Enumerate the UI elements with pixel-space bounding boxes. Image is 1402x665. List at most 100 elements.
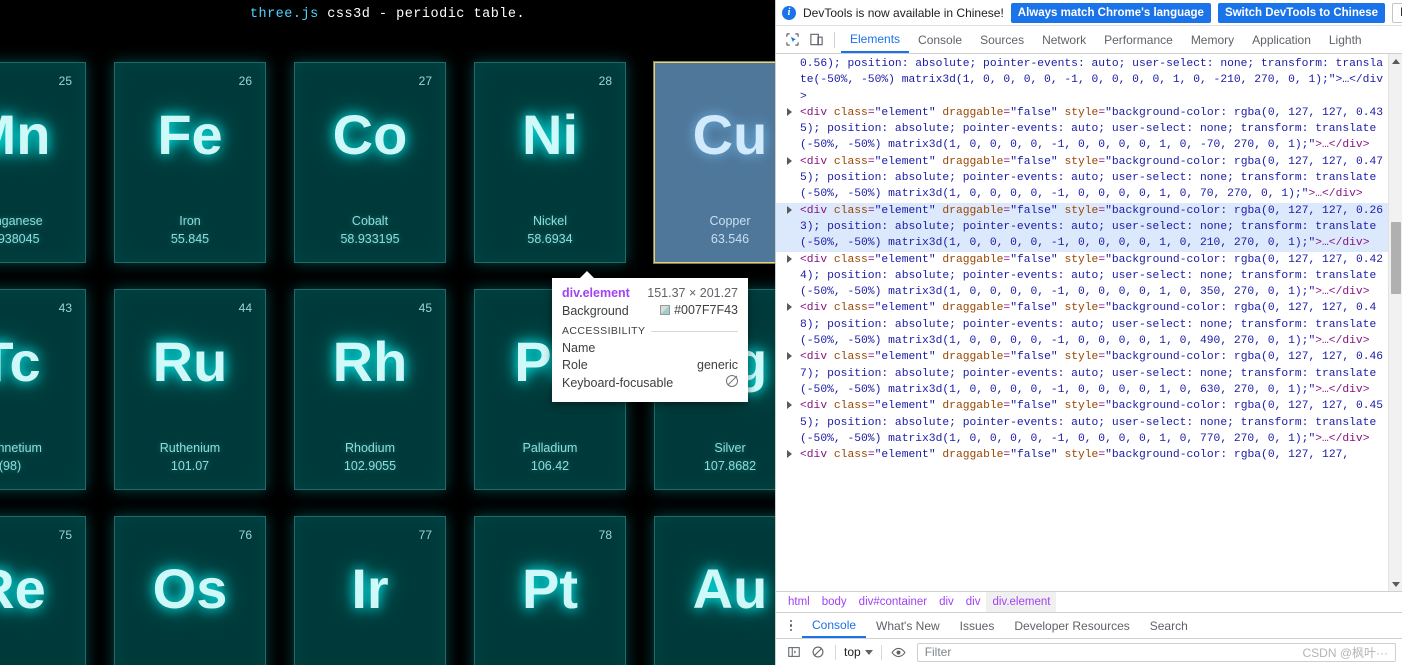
device-toolbar-icon[interactable] — [804, 28, 828, 52]
element-card-pt[interactable]: 78 Pt Platinum195.084 — [474, 516, 626, 665]
element-details: Iron 55.845 — [115, 212, 265, 248]
element-name: Silver — [714, 440, 746, 455]
element-card-co[interactable]: 27 Co Cobalt 58.933195 — [294, 62, 446, 263]
tab-application[interactable]: Application — [1243, 26, 1320, 53]
clear-console-icon[interactable] — [806, 641, 830, 663]
element-symbol: Mn — [0, 103, 51, 166]
drawer-tab-issues[interactable]: Issues — [950, 613, 1005, 638]
tab-sources[interactable]: Sources — [971, 26, 1033, 53]
dom-tag-open: <div — [800, 449, 834, 462]
elements-dom-tree[interactable]: 0.56); position: absolute; pointer-event… — [776, 54, 1402, 591]
breadcrumb-item-html[interactable]: html — [782, 592, 816, 612]
scrollbar-thumb[interactable] — [1391, 222, 1401, 294]
element-card-fe[interactable]: 26 Fe Iron 55.845 — [114, 62, 266, 263]
dom-tag-open: <div — [800, 400, 834, 413]
element-card-ir[interactable]: 77 Ir Iridium192.217 — [294, 516, 446, 665]
breadcrumb-item-div-element[interactable]: div.element — [986, 592, 1057, 612]
element-card-re[interactable]: 75 Re Rhenium186.207 — [0, 516, 86, 665]
console-filter-input[interactable]: Filter CSDN @枫叶··· — [916, 642, 1396, 662]
dom-attr-name: class — [833, 155, 868, 168]
element-details: Rhodium 102.9055 — [295, 439, 445, 475]
expand-triangle-icon[interactable] — [787, 205, 792, 214]
dom-attr-name: style — [1064, 302, 1099, 315]
scroll-down-arrow-icon[interactable] — [1389, 577, 1402, 591]
drawer-tab-search[interactable]: Search — [1140, 613, 1198, 638]
dom-tag-open: <div — [800, 106, 834, 119]
atomic-number: 45 — [418, 301, 432, 315]
tooltip-background-row: Background #007F7F43 — [562, 303, 738, 318]
element-name: Cobalt — [351, 213, 389, 228]
dom-node[interactable]: <div class="element" draggable="false" s… — [776, 398, 1402, 447]
element-card-tc[interactable]: 43 Tc Technetium (98) — [0, 289, 86, 490]
filter-placeholder: Filter — [924, 645, 952, 659]
more-options-icon[interactable] — [780, 615, 802, 637]
tooltip-role-label: Role — [562, 358, 588, 372]
element-symbol: Au — [692, 557, 768, 620]
dom-node-continuation[interactable]: 0.56); position: absolute; pointer-event… — [776, 56, 1402, 105]
console-toolbar: top Filter CSDN @枫叶··· — [776, 638, 1402, 665]
dom-node[interactable]: <div class="element" draggable="false" s… — [776, 252, 1402, 301]
breadcrumb-item-div-2[interactable]: div — [960, 592, 987, 612]
dom-tag-tail: >…</div> — [1315, 286, 1370, 299]
expand-triangle-icon[interactable] — [787, 352, 792, 361]
drawer-tab-developer-resources[interactable]: Developer Resources — [1004, 613, 1139, 638]
dom-node[interactable]: <div class="element" draggable="false" s… — [776, 349, 1402, 398]
expand-triangle-icon[interactable] — [787, 401, 792, 410]
console-context-selector[interactable]: top — [841, 645, 876, 659]
element-mass: 63.546 — [710, 231, 750, 246]
tab-network[interactable]: Network — [1033, 26, 1095, 53]
console-context-label: top — [844, 645, 861, 659]
element-card-au[interactable]: 79 Au Gold196.966569 — [654, 516, 775, 665]
element-details: Silver 107.8682 — [655, 439, 775, 475]
dom-attr-value: "false" — [1010, 155, 1058, 168]
element-card-ni[interactable]: 28 Ni Nickel 58.6934 — [474, 62, 626, 263]
dom-node[interactable]: <div class="element" draggable="false" s… — [776, 105, 1402, 154]
expand-triangle-icon[interactable] — [787, 254, 792, 263]
tooltip-accessibility-title: ACCESSIBILITY — [562, 325, 646, 337]
dom-attr-name: draggable — [942, 106, 1004, 119]
scroll-up-arrow-icon[interactable] — [1389, 54, 1402, 68]
switch-devtools-language-button[interactable]: Switch DevTools to Chinese — [1217, 2, 1386, 23]
tab-performance[interactable]: Performance — [1095, 26, 1182, 53]
element-details: Palladium 106.42 — [475, 439, 625, 475]
breadcrumb-item-body[interactable]: body — [816, 592, 853, 612]
tooltip-focusable-value — [726, 375, 738, 387]
expand-triangle-icon[interactable] — [787, 107, 792, 116]
breadcrumb-item-container[interactable]: div#container — [853, 592, 933, 612]
dom-node[interactable]: <div class="element" draggable="false" s… — [776, 300, 1402, 349]
info-icon: i — [782, 5, 796, 20]
tooltip-role-row: Role generic — [562, 358, 738, 372]
dom-attr-value: "false" — [1010, 449, 1058, 462]
element-card-ru[interactable]: 44 Ru Ruthenium 101.07 — [114, 289, 266, 490]
dom-node[interactable]: <div class="element" draggable="false" s… — [776, 154, 1402, 203]
dom-node[interactable]: <div class="element" draggable="false" s… — [776, 447, 1402, 463]
element-card-mn[interactable]: 25 Mn Manganese 54.938045 — [0, 62, 86, 263]
tooltip-background-label: Background — [562, 304, 629, 318]
drawer-tab-whats-new[interactable]: What's New — [866, 613, 950, 638]
tree-scrollbar[interactable] — [1388, 54, 1402, 591]
live-expression-icon[interactable] — [887, 641, 911, 663]
element-card-os[interactable]: 76 Os Osmium190.23 — [114, 516, 266, 665]
element-card-cu-selected[interactable]: 29 Cu Copper63.546 — [654, 62, 775, 263]
tab-lighthouse[interactable]: Lighth — [1320, 26, 1371, 53]
element-card-rh[interactable]: 45 Rh Rhodium 102.9055 — [294, 289, 446, 490]
atomic-number: 28 — [598, 74, 612, 88]
tooltip-name-label: Name — [562, 341, 596, 355]
drawer-tab-console[interactable]: Console — [802, 613, 867, 638]
console-sidebar-icon[interactable] — [782, 641, 806, 663]
expand-triangle-icon[interactable] — [787, 303, 792, 312]
dom-tag-tail: >…</div> — [1315, 383, 1370, 396]
always-match-language-button[interactable]: Always match Chrome's language — [1010, 2, 1211, 23]
expand-triangle-icon[interactable] — [787, 156, 792, 165]
breadcrumb-item-div-1[interactable]: div — [933, 592, 960, 612]
dismiss-banner-button[interactable]: Don't s — [1392, 2, 1402, 23]
tab-console[interactable]: Console — [909, 26, 971, 53]
dom-tag-tail: >…</div> — [1315, 432, 1370, 445]
web-page-viewport[interactable]: three.js css3d - periodic table. 25 Mn M… — [0, 0, 775, 665]
toolbar-divider — [880, 644, 882, 660]
tab-memory[interactable]: Memory — [1182, 26, 1243, 53]
tab-elements[interactable]: Elements — [841, 26, 910, 53]
inspect-element-icon[interactable] — [780, 28, 804, 52]
dom-node-selected[interactable]: <div class="element" draggable="false" s… — [776, 202, 1402, 252]
expand-triangle-icon[interactable] — [787, 450, 792, 459]
